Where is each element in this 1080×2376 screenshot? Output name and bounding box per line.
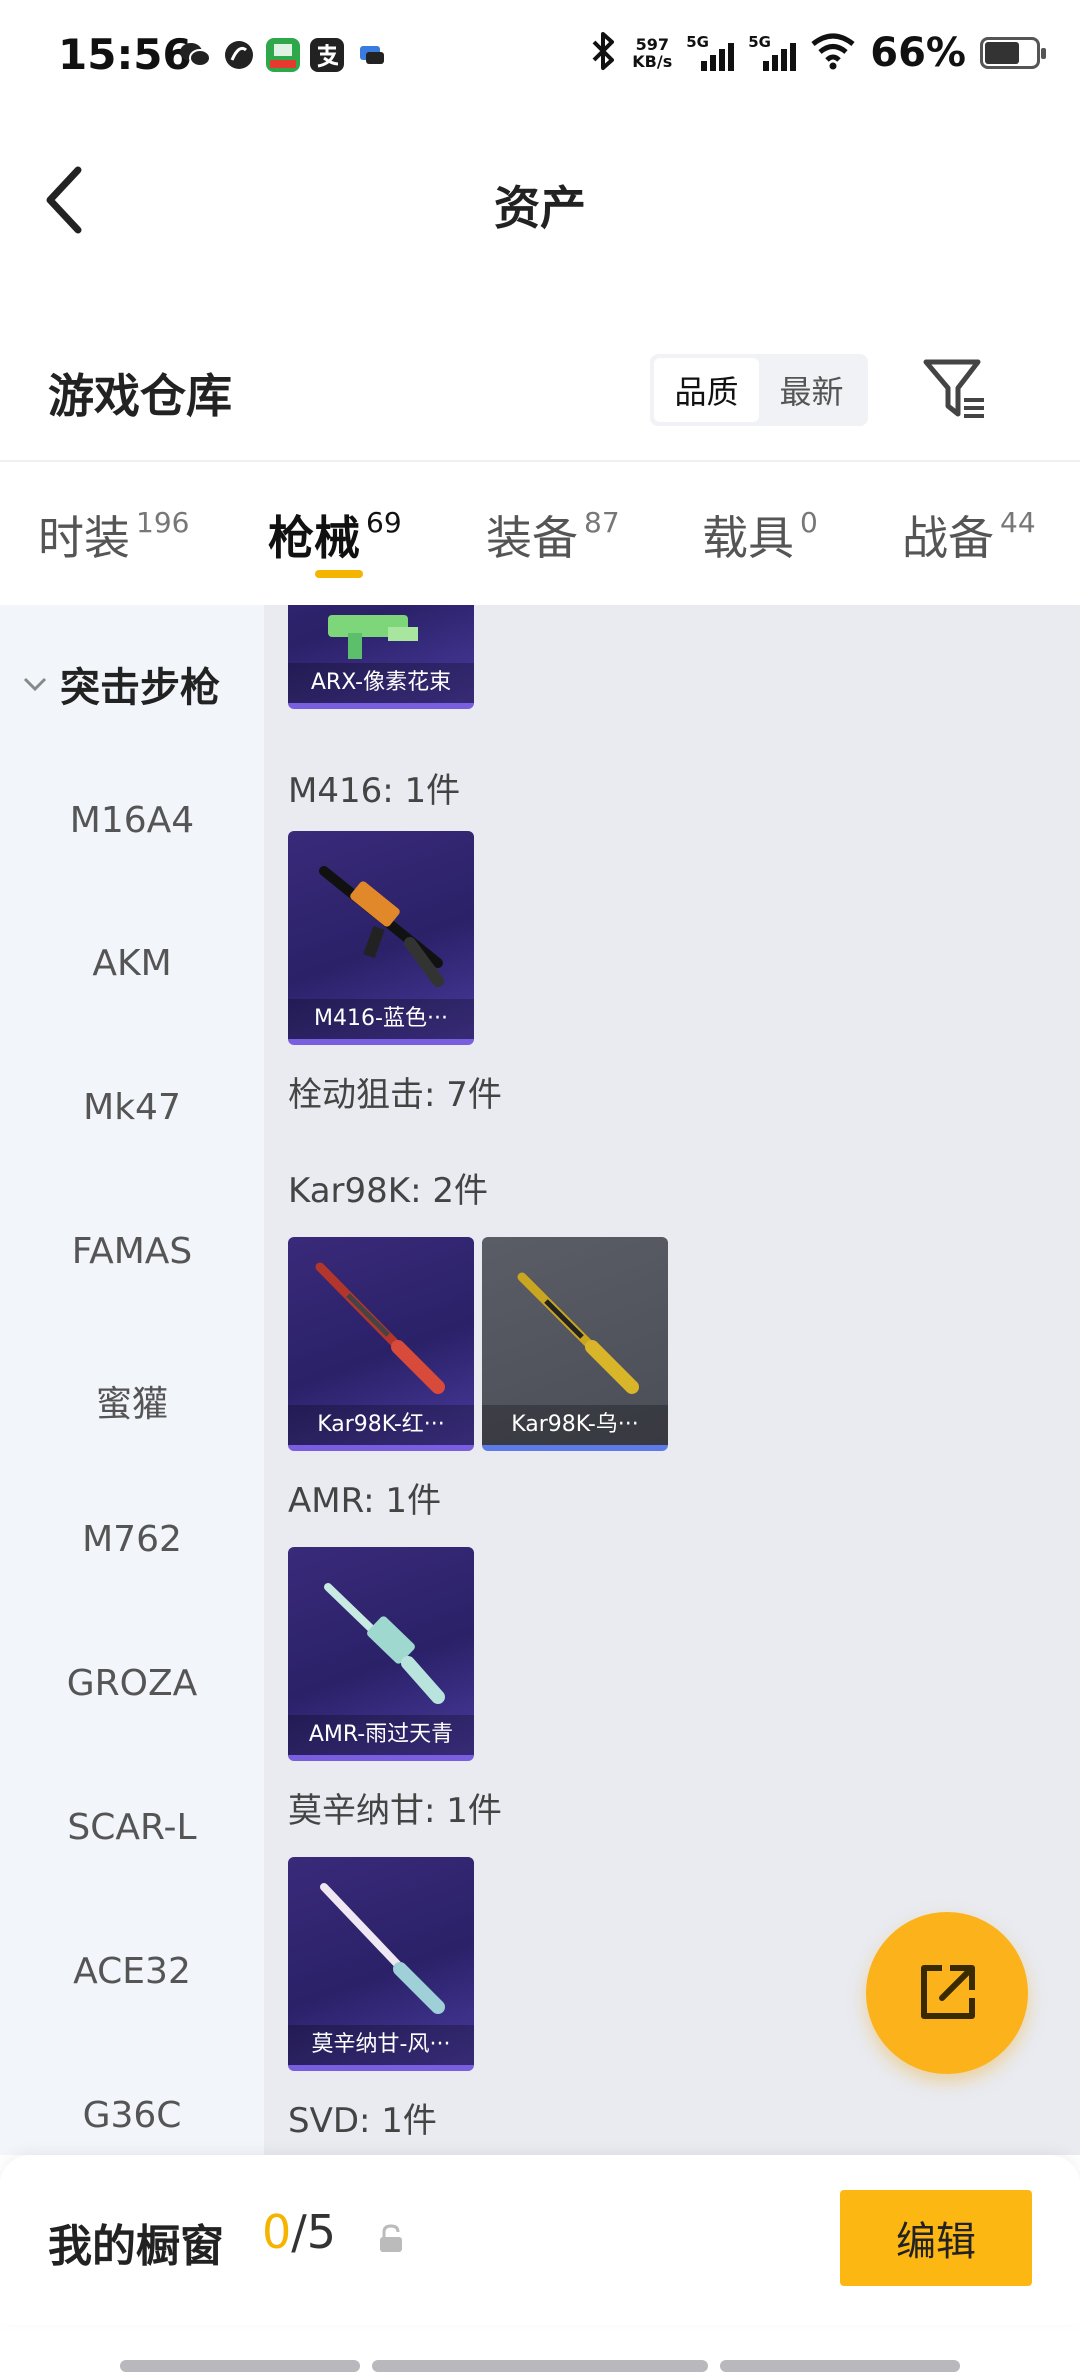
tab-equipment[interactable]: 装备 87	[486, 502, 620, 568]
category-item[interactable]: M762	[0, 1519, 264, 1560]
tab-guns[interactable]: 枪械 69	[268, 502, 402, 568]
wechat-icon	[178, 38, 212, 72]
wifi-icon	[810, 32, 856, 74]
sort-newest-button[interactable]: 最新	[759, 358, 864, 422]
weapon-card[interactable]: Kar98K-红···	[288, 1237, 474, 1451]
category-item[interactable]: G36C	[0, 2095, 264, 2136]
category-item[interactable]: SCAR-L	[0, 1807, 264, 1848]
weapon-card[interactable]: M416-蓝色···	[288, 831, 474, 1045]
group-label: M416: 1件	[288, 771, 461, 811]
category-item[interactable]: ACE32	[0, 1951, 264, 1992]
message-app-icon	[354, 38, 388, 72]
warehouse-header: 游戏仓库 品质 最新	[0, 330, 1080, 460]
status-time: 15:56	[58, 30, 192, 79]
share-button[interactable]	[866, 1912, 1028, 2074]
weapon-name: ARX-像素花束	[288, 663, 474, 703]
filter-button[interactable]	[920, 354, 990, 426]
weapon-name: 莫辛纳甘-风···	[288, 2025, 474, 2065]
group-label: AMR: 1件	[288, 1481, 442, 1521]
guazi-app-icon	[266, 38, 300, 72]
tab-fashion[interactable]: 时装 196	[38, 502, 189, 568]
group-label: 栓动狙击: 7件	[288, 1075, 502, 1115]
cell-signal-icon: 5G	[686, 33, 735, 73]
weapon-name: M416-蓝色···	[288, 999, 474, 1039]
warehouse-title: 游戏仓库	[48, 369, 232, 423]
showcase-title: 我的橱窗	[48, 2221, 224, 2272]
sort-quality-button[interactable]: 品质	[654, 358, 759, 422]
network-speed: 597 KB/s	[632, 35, 673, 71]
category-item[interactable]: GROZA	[0, 1663, 264, 1704]
category-item[interactable]: AKM	[0, 943, 264, 984]
group-label: 莫辛纳甘: 1件	[288, 1791, 502, 1831]
group-label: Kar98K: 2件	[288, 1171, 488, 1211]
sort-toggle: 品质 最新	[650, 354, 868, 426]
category-tabs: 时装 196 枪械 69 装备 87 载具 0 战备 44	[0, 460, 1080, 605]
cell-signal-icon: 5G	[748, 33, 797, 73]
weapon-category-list: 突击步枪 M16A4 AKM Mk47 FAMAS 蜜獾 M762 GROZA …	[0, 605, 264, 2155]
chevron-down-icon	[23, 677, 47, 692]
edit-button[interactable]: 编辑	[840, 2190, 1032, 2286]
share-external-icon	[921, 1965, 975, 2019]
gesture-bar	[120, 2360, 360, 2372]
gesture-bar	[372, 2360, 708, 2372]
battery-percent: 66%	[870, 30, 966, 76]
category-item[interactable]: FAMAS	[0, 1231, 264, 1272]
category-item[interactable]: 蜜獾	[0, 1375, 264, 1427]
showcase-bar: 我的橱窗 0/5 编辑	[0, 2155, 1080, 2325]
weapon-card[interactable]: ARX-像素花束	[288, 605, 474, 709]
active-tab-indicator	[315, 570, 363, 578]
status-app-icons	[178, 38, 388, 72]
group-label: SVD: 1件	[288, 2101, 437, 2141]
alipay-icon	[310, 38, 344, 72]
lock-icon	[376, 2223, 406, 2255]
filter-icon	[923, 359, 984, 418]
status-right: 597 KB/s 5G 5G 66%	[588, 30, 1046, 76]
battery-icon	[980, 37, 1046, 69]
category-item[interactable]: M16A4	[0, 800, 264, 841]
weapon-card[interactable]: 莫辛纳甘-风···	[288, 1857, 474, 2071]
weapon-name: AMR-雨过天青	[288, 1715, 474, 1755]
status-bar: 15:56 597 KB/s 5G 5G 66%	[0, 0, 1080, 120]
page-title: 资产	[494, 181, 586, 235]
gesture-bar	[720, 2360, 960, 2372]
bluetooth-icon	[588, 30, 618, 76]
weapon-card[interactable]: AMR-雨过天青	[288, 1547, 474, 1761]
tab-vehicles[interactable]: 载具 0	[702, 502, 818, 568]
weapon-name: Kar98K-乌···	[482, 1405, 668, 1445]
category-item[interactable]: Mk47	[0, 1087, 264, 1128]
tab-supplies[interactable]: 战备 44	[902, 502, 1036, 568]
weapon-name: Kar98K-红···	[288, 1405, 474, 1445]
showcase-count: 0/5	[262, 2205, 337, 2259]
weapon-card[interactable]: Kar98K-乌···	[482, 1237, 668, 1451]
top-header: 资产	[0, 120, 1080, 270]
category-group-assault-rifle[interactable]: 突击步枪	[20, 655, 220, 713]
browser-icon	[222, 38, 256, 72]
